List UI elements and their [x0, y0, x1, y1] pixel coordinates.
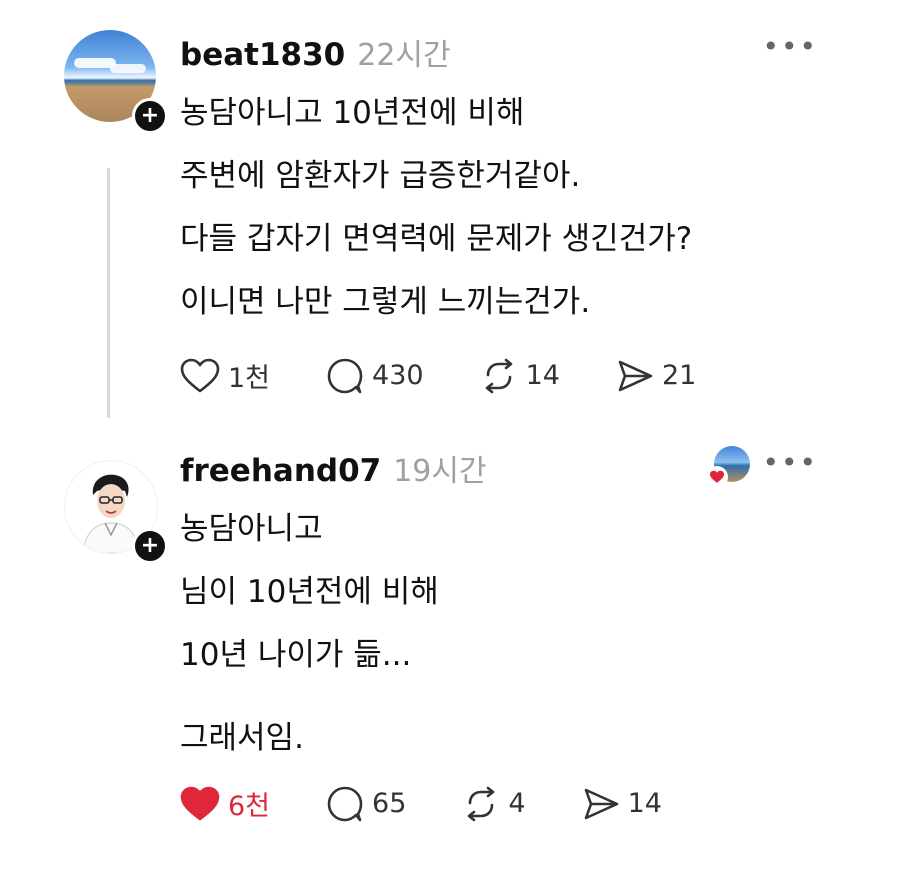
- comment-button[interactable]: 65: [326, 785, 406, 823]
- post-card: + beat1830 22시간 ••• 농담아니고 10년전에 비해 주변에 암…: [0, 0, 900, 430]
- comment-icon: [327, 358, 363, 393]
- post-text-line: 다들 갑자기 면역력에 문제가 생긴건가?: [180, 221, 693, 257]
- follow-plus-icon[interactable]: +: [132, 528, 168, 564]
- share-button[interactable]: 21: [616, 358, 696, 394]
- heart-filled-icon: [180, 786, 220, 820]
- post-text-line: 10년 나이가 듦...: [180, 637, 412, 673]
- repost-count: 4: [508, 788, 526, 819]
- heart-filled-icon: [706, 466, 728, 488]
- post-header: beat1830 22시간: [180, 30, 451, 73]
- avatar[interactable]: +: [64, 30, 168, 134]
- post-text-line: 이니면 나만 그렇게 느끼는건가.: [180, 284, 591, 320]
- post-text-line: 님이 10년전에 비해: [180, 574, 439, 610]
- like-count: 6천: [228, 791, 271, 822]
- send-icon: [584, 788, 618, 819]
- username[interactable]: freehand07: [180, 453, 381, 489]
- repost-icon: [485, 358, 512, 393]
- follow-plus-icon[interactable]: +: [132, 98, 168, 134]
- share-button[interactable]: 14: [582, 786, 662, 822]
- action-bar: 1천 430 14 21: [180, 356, 752, 395]
- comment-count: 430: [372, 360, 424, 391]
- reply-body: 농담아니고 님이 10년전에 비해 10년 나이가 듦... 그래서임.: [180, 510, 860, 782]
- comment-count: 65: [372, 788, 407, 819]
- like-count: 1천: [228, 363, 271, 394]
- post-text-line: 농담아니고: [180, 511, 323, 547]
- repost-icon: [468, 786, 495, 821]
- share-count: 21: [661, 360, 697, 391]
- repost-count: 14: [525, 360, 560, 391]
- post-text-line: 주변에 암환자가 급증한거같아.: [180, 158, 581, 194]
- more-dots-icon[interactable]: •••: [762, 446, 818, 479]
- avatar[interactable]: +: [64, 460, 168, 564]
- thread-line: [107, 168, 110, 418]
- like-button[interactable]: 6천: [180, 784, 270, 823]
- post-text-line: 그래서임.: [180, 720, 304, 756]
- send-icon: [618, 360, 653, 391]
- post-text-line: 농담아니고 10년전에 비해: [180, 95, 525, 131]
- more-dots-icon[interactable]: •••: [762, 30, 818, 63]
- like-button[interactable]: 1천: [180, 356, 270, 395]
- heart-outline-icon: [180, 358, 220, 392]
- share-count: 14: [627, 788, 662, 819]
- repost-button[interactable]: 4: [462, 785, 526, 823]
- comment-icon: [327, 786, 363, 821]
- repost-button[interactable]: 14: [480, 357, 560, 395]
- username[interactable]: beat1830: [180, 37, 345, 73]
- post-time: 22시간: [357, 38, 451, 73]
- comment-button[interactable]: 430: [326, 357, 424, 395]
- post-body: 농담아니고 10년전에 비해 주변에 암환자가 급증한거같아. 다들 갑자기 면…: [180, 94, 860, 346]
- action-bar: 6천 65 4 14: [180, 784, 718, 823]
- reply-header: freehand07 19시간: [180, 446, 487, 489]
- post-time: 19시간: [393, 454, 487, 489]
- reply-card: + freehand07 19시간 ••• 농담아니고 님이 10년전에 비해 …: [0, 430, 900, 894]
